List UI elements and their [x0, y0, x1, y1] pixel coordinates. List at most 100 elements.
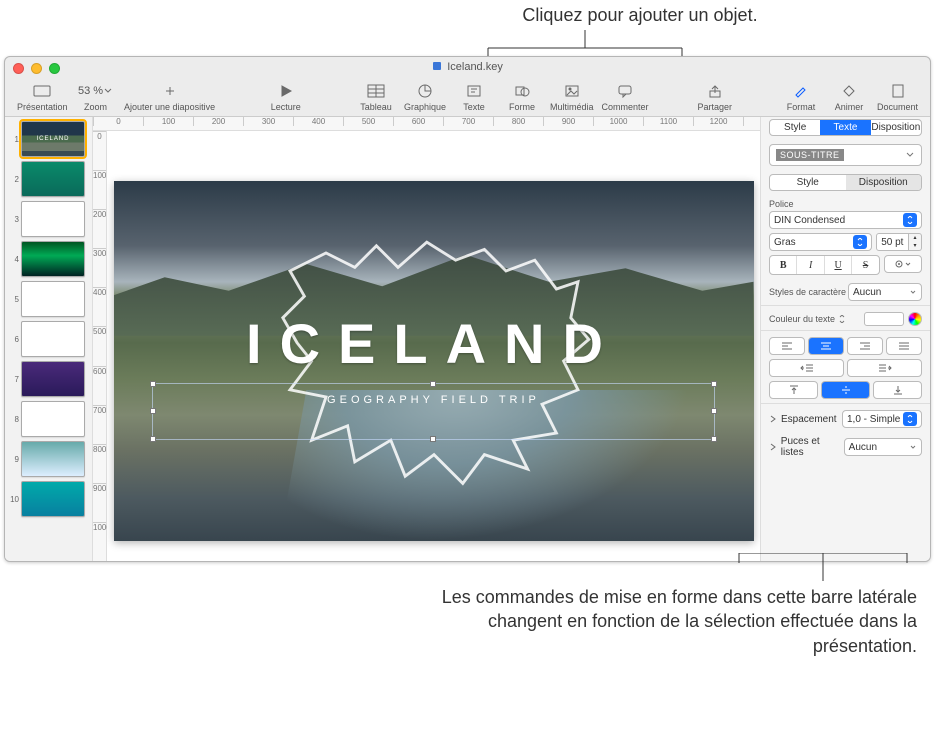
subtab-disposition[interactable]: Disposition — [846, 175, 922, 190]
stepper-down[interactable]: ▾ — [909, 242, 921, 250]
slide-thumbnail[interactable]: 5 — [9, 281, 88, 317]
plus-icon — [160, 84, 180, 98]
document-button[interactable]: Document — [873, 79, 922, 115]
paragraph-style-value: SOUS-TITRE — [776, 149, 844, 161]
slide-thumbnail[interactable]: 9 — [9, 441, 88, 477]
align-center-button[interactable] — [808, 337, 844, 355]
advanced-options-button[interactable] — [884, 255, 922, 273]
ruler-tick: 900 — [93, 483, 106, 522]
italic-button[interactable]: I — [797, 256, 824, 274]
tab-style[interactable]: Style — [770, 120, 820, 135]
font-family-dropdown[interactable]: DIN Condensed — [769, 211, 922, 229]
table-button[interactable]: Tableau — [352, 79, 400, 115]
resize-handle[interactable] — [150, 381, 156, 387]
slide-thumbnail[interactable]: 2 — [9, 161, 88, 197]
play-button[interactable]: Lecture — [258, 79, 314, 115]
resize-handle[interactable] — [711, 381, 717, 387]
share-icon — [708, 84, 722, 98]
add-slide-button[interactable]: Ajouter une diapositive — [120, 79, 220, 115]
resize-handle[interactable] — [430, 436, 436, 442]
thumb-title: ICELAND — [36, 136, 69, 142]
slide-title[interactable]: ICELAND — [114, 311, 754, 376]
slide-number: 8 — [9, 415, 19, 424]
ruler-tick: 800 — [93, 444, 106, 483]
slide-thumbnail[interactable]: 1 ICELAND — [9, 121, 88, 157]
toolbar: Présentation 53 % Zoom Ajouter une diapo… — [5, 77, 930, 117]
strikethrough-button[interactable]: S — [852, 256, 878, 274]
valign-top-button[interactable] — [769, 381, 818, 399]
slide-preview — [21, 481, 85, 517]
format-button[interactable]: Format — [777, 79, 825, 115]
align-justify-button[interactable] — [886, 337, 922, 355]
slide-preview — [21, 241, 85, 277]
bold-button[interactable]: B — [770, 256, 797, 274]
stepper-up[interactable]: ▴ — [909, 234, 921, 242]
indent-button[interactable] — [847, 359, 922, 377]
ruler-tick: 800 — [493, 117, 543, 126]
chart-button[interactable]: Graphique — [400, 79, 450, 115]
callout-bottom-text: Les commandes de mise en forme dans cett… — [442, 587, 917, 656]
underline-button[interactable]: U — [825, 256, 852, 274]
slide-thumbnail[interactable]: 6 — [9, 321, 88, 357]
slide-subtitle[interactable]: GEOGRAPHY FIELD TRIP — [153, 394, 714, 406]
paragraph-style-dropdown[interactable]: SOUS-TITRE — [769, 144, 922, 166]
inspector-sub-tabs: Style Disposition — [769, 174, 922, 191]
slide-navigator: 1 ICELAND 2 3 4 5 6 7 8 9 10 — [5, 117, 93, 561]
slide-thumbnail[interactable]: 10 — [9, 481, 88, 517]
presentation-icon — [32, 84, 52, 98]
align-right-button[interactable] — [847, 337, 883, 355]
text-color-well[interactable] — [864, 312, 904, 326]
chevron-right-icon — [769, 443, 777, 451]
animate-button[interactable]: Animer — [825, 79, 873, 115]
presentation-label: Présentation — [17, 102, 68, 112]
spacing-label: Espacement — [781, 414, 837, 425]
slide-number: 6 — [9, 335, 19, 344]
text-button[interactable]: Texte — [450, 79, 498, 115]
color-picker-button[interactable] — [908, 312, 922, 326]
slide-canvas[interactable]: ICELAND GEOGRAPHY FIELD TRIP — [107, 131, 760, 561]
outdent-button[interactable] — [769, 359, 844, 377]
media-button[interactable]: Multimédia — [546, 79, 598, 115]
subtitle-selection-box[interactable]: GEOGRAPHY FIELD TRIP — [152, 383, 715, 441]
slide-number: 1 — [9, 135, 19, 144]
bullets-disclosure[interactable]: Puces et listes — [769, 436, 844, 458]
bullets-dropdown[interactable]: Aucun — [844, 438, 922, 456]
slide-number: 3 — [9, 215, 19, 224]
inspector-main-tabs: Style Texte Disposition — [769, 119, 922, 136]
align-left-button[interactable] — [769, 337, 805, 355]
ruler-tick: 500 — [93, 326, 106, 365]
valign-bottom-button[interactable] — [873, 381, 922, 399]
comment-label: Commenter — [602, 102, 649, 112]
ruler-tick: 100 — [93, 170, 106, 209]
subtab-style[interactable]: Style — [770, 175, 846, 190]
spacing-disclosure[interactable]: Espacement — [769, 414, 837, 425]
tab-disposition[interactable]: Disposition — [871, 120, 921, 135]
slide-thumbnail[interactable]: 7 — [9, 361, 88, 397]
text-style-buttons: B I U S — [769, 255, 880, 275]
zoom-dropdown[interactable]: 53 % Zoom — [72, 79, 120, 115]
text-icon — [466, 84, 482, 98]
title-bar: Iceland.key — [5, 57, 930, 77]
share-button[interactable]: Partager — [691, 79, 739, 115]
comment-button[interactable]: Commenter — [598, 79, 653, 115]
presentation-button[interactable]: Présentation — [13, 79, 72, 115]
resize-handle[interactable] — [711, 436, 717, 442]
slide-main[interactable]: ICELAND GEOGRAPHY FIELD TRIP — [114, 181, 754, 541]
resize-handle[interactable] — [430, 381, 436, 387]
resize-handle[interactable] — [711, 408, 717, 414]
valign-middle-button[interactable] — [821, 381, 870, 399]
comment-icon — [617, 84, 633, 98]
resize-handle[interactable] — [150, 436, 156, 442]
ruler-tick: 400 — [93, 287, 106, 326]
spacing-dropdown[interactable]: 1,0 - Simple — [842, 410, 922, 428]
char-styles-dropdown[interactable]: Aucun — [848, 283, 922, 301]
tab-text[interactable]: Texte — [820, 120, 870, 135]
slide-preview — [21, 401, 85, 437]
slide-thumbnail[interactable]: 4 — [9, 241, 88, 277]
resize-handle[interactable] — [150, 408, 156, 414]
slide-thumbnail[interactable]: 3 — [9, 201, 88, 237]
font-weight-dropdown[interactable]: Gras — [769, 233, 872, 251]
font-size-stepper[interactable]: 50 pt ▴▾ — [876, 233, 922, 251]
slide-thumbnail[interactable]: 8 — [9, 401, 88, 437]
shape-button[interactable]: Forme — [498, 79, 546, 115]
